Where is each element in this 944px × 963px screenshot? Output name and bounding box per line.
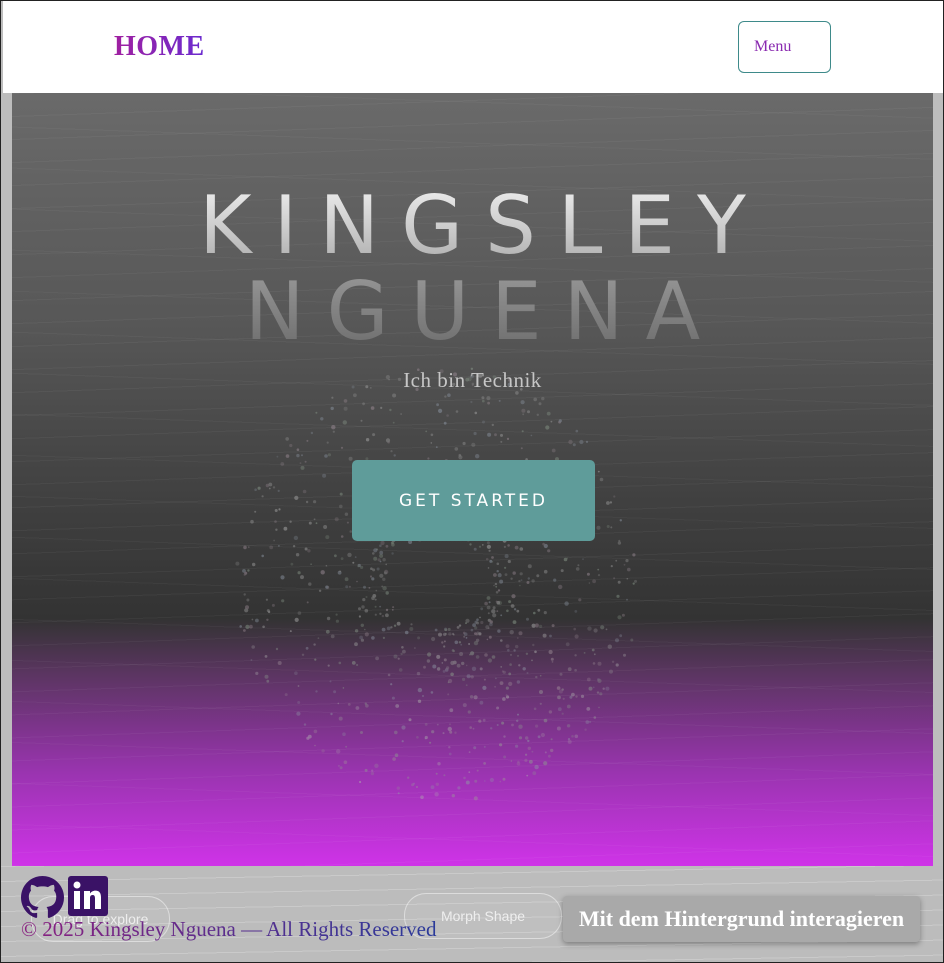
linkedin-icon[interactable] [68,876,108,916]
copyright-text: © 2025 Kingsley Nguena — All Rights Rese… [21,917,437,941]
hero-section[interactable]: KINGSLEY NGUENA Ich bin Technik GET STAR… [12,93,933,866]
home-link[interactable]: HOME [114,31,205,63]
menu-button[interactable]: Menu [738,21,831,73]
page-frame: HOME Menu KINGSLEY NGUENA Ich bin Techni… [0,0,944,963]
particle-torus-visual [235,367,637,801]
hero-subtitle: Ich bin Technik [403,368,542,392]
footer-bar: Drag to explore Morph Shape Mit dem Hint… [1,866,943,962]
hero-title-first-name: KINGSLEY [12,179,933,272]
get-started-button[interactable]: GET STARTED [352,460,595,541]
hero-title-last-name: NGUENA [12,265,933,358]
interact-background-button[interactable]: Mit dem Hintergrund interagieren [563,896,920,942]
github-icon[interactable] [21,876,64,919]
site-header: HOME Menu [3,1,943,93]
